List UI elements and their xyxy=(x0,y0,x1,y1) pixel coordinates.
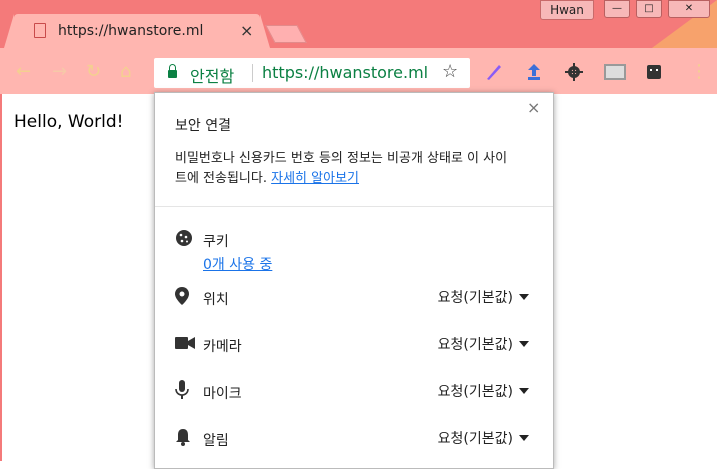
new-tab-button[interactable] xyxy=(265,25,307,43)
back-button[interactable]: ← xyxy=(16,61,31,82)
url-text[interactable]: https://hwanstore.ml xyxy=(262,63,428,82)
menu-icon[interactable]: ⋮ xyxy=(690,61,708,82)
omnibox-separator xyxy=(252,64,253,82)
page-icon xyxy=(34,23,46,38)
toolbar: ← → ↻ ⌂ 안전함 https://hwanstore.ml ☆ ⋮ xyxy=(0,48,717,94)
chevron-down-icon[interactable] xyxy=(519,341,529,347)
secure-label[interactable]: 안전함 xyxy=(190,63,234,87)
popup-divider xyxy=(155,206,553,207)
bookmark-star-icon[interactable]: ☆ xyxy=(442,61,458,82)
gear-icon[interactable] xyxy=(564,62,584,87)
minimize-button[interactable]: — xyxy=(604,0,630,18)
robot-extension-icon[interactable] xyxy=(644,62,664,87)
location-pin-icon xyxy=(175,287,189,309)
chevron-down-icon[interactable] xyxy=(519,294,529,300)
reload-button[interactable]: ↻ xyxy=(86,61,101,82)
site-info-popup: × 보안 연결 비밀번호나 신용카드 번호 등의 정보는 비공개 상태로 이 사… xyxy=(154,92,554,469)
popup-close-icon[interactable]: × xyxy=(527,98,540,117)
chevron-down-icon[interactable] xyxy=(519,435,529,441)
lock-icon[interactable] xyxy=(168,64,177,78)
learn-more-link[interactable]: 자세히 알아보기 xyxy=(271,171,359,186)
permission-select-location[interactable]: 요청(기본값) xyxy=(438,287,513,307)
popup-heading: 보안 연결 xyxy=(175,118,231,134)
permission-label-camera: 카메라 xyxy=(203,339,242,355)
page-text: Hello, World! xyxy=(14,112,124,132)
tab-close-icon[interactable]: × xyxy=(240,21,253,40)
cookies-in-use-link[interactable]: 0개 사용 중 xyxy=(203,254,272,274)
microphone-icon xyxy=(175,380,189,404)
browser-tab[interactable]: https://hwanstore.ml × xyxy=(4,14,270,48)
permission-label-notifications: 알림 xyxy=(203,433,229,449)
chevron-down-icon[interactable] xyxy=(519,388,529,394)
popup-description: 비밀번호나 신용카드 번호 등의 정보는 비공개 상태로 이 사이트에 전송됩니… xyxy=(175,149,515,189)
permission-label-location: 위치 xyxy=(203,292,229,308)
quill-extension-icon[interactable] xyxy=(484,62,504,87)
profile-button[interactable]: Hwan xyxy=(540,0,594,20)
cookies-label: 쿠키 xyxy=(203,234,229,250)
tab-title: https://hwanstore.ml xyxy=(58,23,204,39)
permission-label-microphone: 마이크 xyxy=(203,386,242,402)
address-bar[interactable]: 안전함 https://hwanstore.ml ☆ xyxy=(154,58,470,88)
cookie-icon xyxy=(175,229,193,251)
home-button[interactable]: ⌂ xyxy=(120,61,131,82)
screenshot-extension-icon[interactable] xyxy=(604,64,626,85)
permission-select-notifications[interactable]: 요청(기본값) xyxy=(438,428,513,448)
download-extension-icon[interactable] xyxy=(524,62,544,87)
forward-button[interactable]: → xyxy=(52,61,67,82)
permission-select-microphone[interactable]: 요청(기본값) xyxy=(438,381,513,401)
permission-select-camera[interactable]: 요청(기본값) xyxy=(438,334,513,354)
bell-icon xyxy=(175,428,191,450)
maximize-button[interactable]: □ xyxy=(636,0,662,18)
window-close-button[interactable]: ✕ xyxy=(668,0,710,18)
camera-icon xyxy=(175,335,195,354)
title-bar: https://hwanstore.ml × Hwan — □ ✕ xyxy=(0,0,717,96)
